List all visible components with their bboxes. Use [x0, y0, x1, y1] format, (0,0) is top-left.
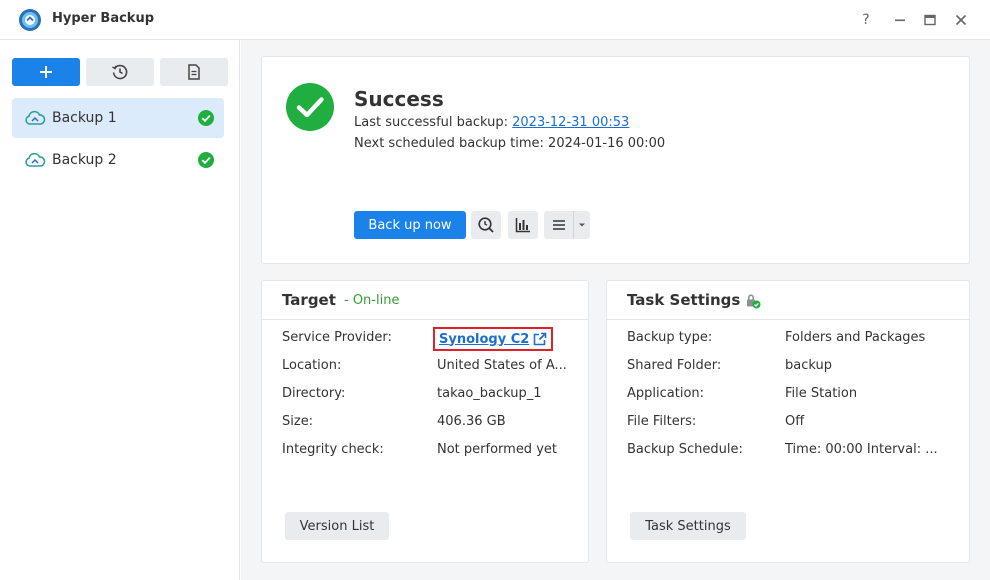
task-item-backup-2[interactable]: Backup 2 — [12, 140, 224, 180]
cloud-icon — [25, 152, 46, 167]
shared-folder-value: backup — [785, 358, 832, 373]
backup-log-button[interactable] — [160, 58, 228, 86]
service-provider-link[interactable]: Synology C2 — [433, 327, 554, 351]
help-icon: ? — [862, 12, 870, 28]
cloud-icon — [25, 110, 46, 125]
next-backup-text: Next scheduled backup time: 2024-01-16 0… — [354, 136, 666, 151]
success-status-icon — [286, 83, 334, 131]
external-link-icon[interactable] — [533, 332, 547, 346]
application-value: File Station — [785, 386, 858, 401]
target-card-header: Target - On-line — [262, 281, 588, 320]
backup-type-label: Backup type: — [627, 330, 713, 345]
more-actions-dropdown[interactable] — [574, 211, 590, 239]
close-icon — [955, 14, 967, 26]
history-icon — [112, 64, 128, 80]
status-card: Success Last successful backup: 2023-12-… — [261, 56, 970, 264]
minimize-button[interactable] — [889, 9, 911, 31]
close-button[interactable] — [950, 9, 972, 31]
task-settings-title: Task Settings — [627, 291, 741, 309]
backup-schedule-label: Backup Schedule: — [627, 442, 743, 457]
more-actions-main[interactable] — [544, 211, 574, 239]
success-check-icon — [198, 110, 214, 126]
backup-type-value: Folders and Packages — [785, 330, 926, 345]
directory-label: Directory: — [282, 386, 346, 401]
caret-down-icon — [579, 223, 585, 227]
statistics-button[interactable] — [508, 211, 538, 239]
status-title: Success — [354, 87, 444, 111]
add-task-button[interactable] — [12, 58, 80, 86]
last-backup-label: Last successful backup: — [354, 115, 508, 130]
restore-button[interactable] — [471, 211, 501, 239]
back-up-now-button[interactable]: Back up now — [354, 211, 466, 239]
task-settings-button[interactable]: Task Settings — [630, 512, 746, 540]
task-label: Backup 2 — [52, 152, 117, 168]
menu-icon — [552, 220, 565, 230]
maximize-icon — [924, 14, 936, 26]
last-backup-line: Last successful backup: 2023-12-31 00:53 — [354, 115, 629, 130]
lock-check-icon — [747, 294, 761, 309]
size-label: Size: — [282, 414, 314, 429]
sidebar: Backup 1 Backup 2 — [0, 40, 240, 580]
hyper-backup-logo-icon — [19, 9, 41, 31]
success-check-icon — [198, 152, 214, 168]
target-card: Target - On-line Service Provider: Synol… — [261, 280, 589, 563]
last-backup-link[interactable]: 2023-12-31 00:53 — [512, 115, 629, 130]
minimize-icon — [895, 19, 905, 22]
bar-chart-icon — [515, 218, 530, 233]
location-label: Location: — [282, 358, 342, 373]
task-settings-header: Task Settings — [607, 281, 969, 320]
task-item-backup-1[interactable]: Backup 1 — [12, 98, 224, 138]
help-button[interactable]: ? — [855, 9, 877, 31]
log-icon — [188, 64, 200, 80]
directory-value: takao_backup_1 — [437, 386, 542, 401]
integrity-check-label: Integrity check: — [282, 442, 384, 457]
app-title: Hyper Backup — [52, 11, 155, 26]
maximize-button[interactable] — [919, 9, 941, 31]
task-label: Backup 1 — [52, 110, 117, 126]
integrity-check-value: Not performed yet — [437, 442, 557, 457]
backup-schedule-value: Time: 00:00 Interval: ... — [785, 442, 938, 457]
main-panel: Success Last successful backup: 2023-12-… — [241, 40, 990, 580]
size-value: 406.36 GB — [437, 414, 506, 429]
online-status: - On-line — [344, 293, 400, 308]
application-label: Application: — [627, 386, 705, 401]
location-value: United States of A... — [437, 358, 567, 373]
restore-history-button[interactable] — [86, 58, 154, 86]
plus-icon — [40, 66, 52, 78]
target-title: Target — [282, 291, 336, 309]
version-list-button[interactable]: Version List — [285, 512, 389, 540]
service-provider-label: Service Provider: — [282, 330, 392, 345]
shared-folder-label: Shared Folder: — [627, 358, 722, 373]
file-filters-value: Off — [785, 414, 805, 429]
more-actions-button[interactable] — [544, 211, 590, 239]
title-bar: Hyper Backup ? — [0, 0, 990, 40]
file-filters-label: File Filters: — [627, 414, 697, 429]
clock-search-icon — [478, 217, 494, 233]
task-settings-card: Task Settings Backup type: Folders and P… — [606, 280, 970, 563]
service-provider-value[interactable]: Synology C2 — [439, 332, 529, 347]
